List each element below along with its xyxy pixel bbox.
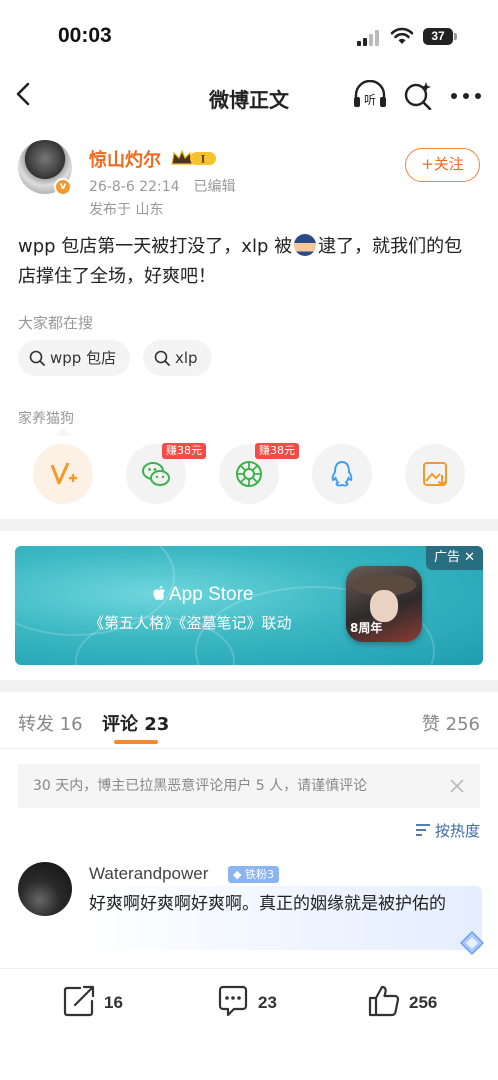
section-divider <box>0 519 498 531</box>
edited-label: 已编辑 <box>193 179 236 195</box>
vip-level: I <box>201 155 206 166</box>
nav-bar: 微博正文 听 <box>0 66 498 124</box>
save-image-icon <box>423 462 447 487</box>
comment-text: 好爽啊好爽啊好爽啊。真正的姻缘就是被护佑的 <box>89 894 446 914</box>
repost-button[interactable]: 16 <box>62 984 142 1020</box>
post-location: 发布于 山东 <box>89 202 164 218</box>
app-store-label: App Store <box>152 584 254 606</box>
vip-crown-icon: I <box>171 149 216 166</box>
post-text-part1: wpp 包店第一天被打没了，xlp 被 <box>18 236 293 257</box>
wifi-icon <box>390 27 414 44</box>
thumbs-up-icon <box>368 985 400 1017</box>
moments-icon <box>236 461 262 487</box>
sort-label: 按热度 <box>434 822 480 840</box>
active-tab-indicator <box>114 740 158 744</box>
tab-repost[interactable]: 转发 16 <box>18 710 83 736</box>
listen-label: 听 <box>364 93 376 107</box>
battery-icon: 37 <box>423 28 457 45</box>
status-time: 00:03 <box>58 24 112 47</box>
ad-banner[interactable]: App Store 《第五人格》《盗墓笔记》联动 8周年 广告 ✕ <box>15 546 483 665</box>
ad-close-tag[interactable]: 广告 ✕ <box>425 546 483 570</box>
post-meta: 26-8-6 22:14 已编辑 <box>89 176 236 196</box>
verified-badge-icon: v <box>54 178 72 196</box>
cellular-signal-icon <box>357 30 379 46</box>
comment-icon <box>218 985 248 1017</box>
comment-count: 23 <box>258 993 277 1012</box>
police-emoji-icon <box>294 234 317 256</box>
ad-slogan: 《第五人格》《盗墓笔记》联动 <box>89 614 292 632</box>
follow-button[interactable]: +关注 <box>405 148 480 182</box>
commenter-name[interactable]: Waterandpower <box>89 864 208 884</box>
status-bar: 00:03 37 <box>0 0 498 66</box>
search-chip-label: xlp <box>175 349 198 367</box>
block-notice-text: 30 天内，博主已拉黑恶意评论用户 5 人，请谨慎评论 <box>33 778 368 794</box>
comment-button[interactable]: 23 <box>216 984 296 1020</box>
apple-icon <box>153 585 165 600</box>
search-chip-label: wpp 包店 <box>50 349 117 367</box>
section-divider <box>0 680 498 692</box>
trending-search-title: 大家都在搜 <box>18 314 94 332</box>
wechat-icon <box>142 462 170 486</box>
commenter-avatar[interactable] <box>18 862 72 916</box>
share-section-title: 家养猫狗 <box>18 411 74 427</box>
search-icon <box>154 350 170 366</box>
repost-count: 16 <box>104 993 123 1012</box>
more-icon[interactable] <box>450 92 482 100</box>
search-ai-icon[interactable] <box>403 80 433 110</box>
listen-icon[interactable]: 听 <box>352 80 388 110</box>
diamond-decoration-icon <box>460 931 484 955</box>
post-text: wpp 包店第一天被打没了，xlp 被逮了，就我们的包店撑住了全场，好爽吧！ <box>18 232 480 292</box>
share-qq-button[interactable] <box>312 444 372 504</box>
game-app-icon: 8周年 <box>346 566 422 642</box>
search-chip[interactable]: xlp <box>143 340 212 376</box>
app-store-text: App Store <box>169 584 254 605</box>
battery-level: 37 <box>423 28 453 45</box>
block-notice: 30 天内，博主已拉黑恶意评论用户 5 人，请谨慎评论 <box>18 764 480 808</box>
like-button[interactable]: 256 <box>367 984 457 1020</box>
close-icon[interactable] <box>449 778 465 794</box>
qq-icon <box>331 461 353 487</box>
author-name[interactable]: 惊山灼尔 <box>89 146 161 172</box>
game-anniversary-label: 8周年 <box>350 621 383 635</box>
tab-like[interactable]: 赞 256 <box>422 710 480 736</box>
save-image-button[interactable] <box>405 444 465 504</box>
sort-by-hot-button[interactable]: 按热度 <box>415 820 480 841</box>
share-weibo-vplus-button[interactable] <box>33 444 93 504</box>
earn-badge: 赚38元 <box>162 443 206 459</box>
search-chip[interactable]: wpp 包店 <box>18 340 131 376</box>
search-icon <box>29 350 45 366</box>
tab-comment[interactable]: 评论 23 <box>102 710 169 736</box>
vplus-icon <box>50 462 77 485</box>
fan-level-text: 铁粉3 <box>244 868 274 881</box>
post-date: 26-8-6 22:14 <box>89 179 180 195</box>
fan-level-badge: ◆ 铁粉3 <box>228 866 279 883</box>
earn-badge: 赚38元 <box>255 443 299 459</box>
repost-icon <box>63 985 95 1017</box>
like-count: 256 <box>409 993 438 1012</box>
sort-icon <box>415 824 430 836</box>
